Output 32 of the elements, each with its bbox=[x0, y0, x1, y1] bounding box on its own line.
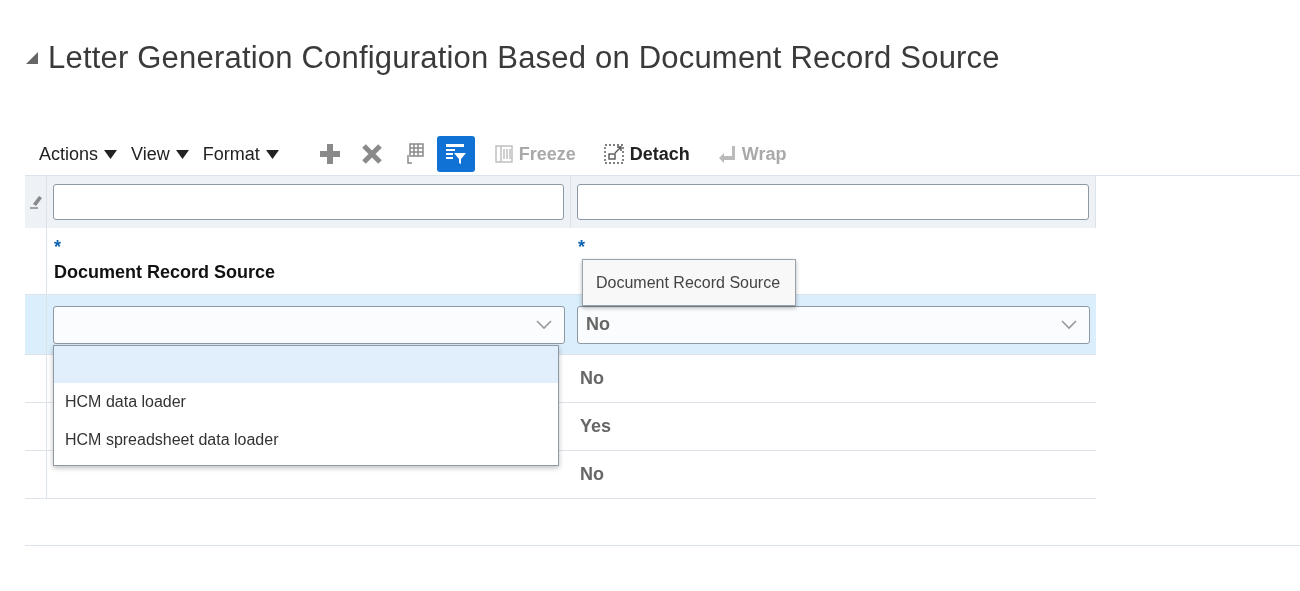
filter-field[interactable] bbox=[577, 184, 1089, 220]
plus-icon bbox=[319, 144, 340, 164]
tooltip: Document Record Source bbox=[582, 259, 796, 306]
menu-button[interactable]: Actions bbox=[39, 143, 118, 165]
eraser-icon[interactable] bbox=[29, 195, 42, 209]
cell-text: No bbox=[580, 464, 604, 485]
cell-text: Yes bbox=[580, 416, 612, 437]
cell-text: No bbox=[580, 368, 604, 389]
filter-button[interactable] bbox=[436, 136, 475, 172]
section-title: Letter Generation Configuration Based on Document Record Source bbox=[48, 40, 1000, 76]
collapse-triangle-icon[interactable] bbox=[26, 52, 38, 64]
caret-icon bbox=[104, 149, 118, 159]
filter-field[interactable] bbox=[53, 184, 564, 220]
required-mark: * bbox=[578, 238, 585, 256]
select-field[interactable]: No bbox=[577, 305, 1090, 344]
dropdown-option[interactable]: HCM data loader bbox=[54, 383, 558, 421]
menu-button[interactable]: View bbox=[131, 143, 189, 165]
close-icon bbox=[361, 144, 382, 164]
dropdown-option[interactable]: HCM spreadsheet data loader bbox=[54, 421, 558, 459]
required-mark: * bbox=[54, 238, 61, 256]
select-field[interactable] bbox=[53, 305, 565, 344]
detach-button[interactable]: Detach bbox=[593, 143, 700, 165]
chevron-icon bbox=[1061, 319, 1077, 330]
columns-icon bbox=[494, 145, 513, 163]
column-header[interactable]: Document Record Source bbox=[54, 262, 276, 283]
chevron-icon bbox=[536, 319, 552, 330]
filter-icon bbox=[444, 143, 467, 165]
caret-icon bbox=[265, 149, 279, 159]
menu-button[interactable]: Format bbox=[202, 143, 279, 165]
caret-icon bbox=[175, 149, 189, 159]
detach-icon bbox=[603, 144, 624, 164]
wrap-icon bbox=[717, 145, 736, 163]
